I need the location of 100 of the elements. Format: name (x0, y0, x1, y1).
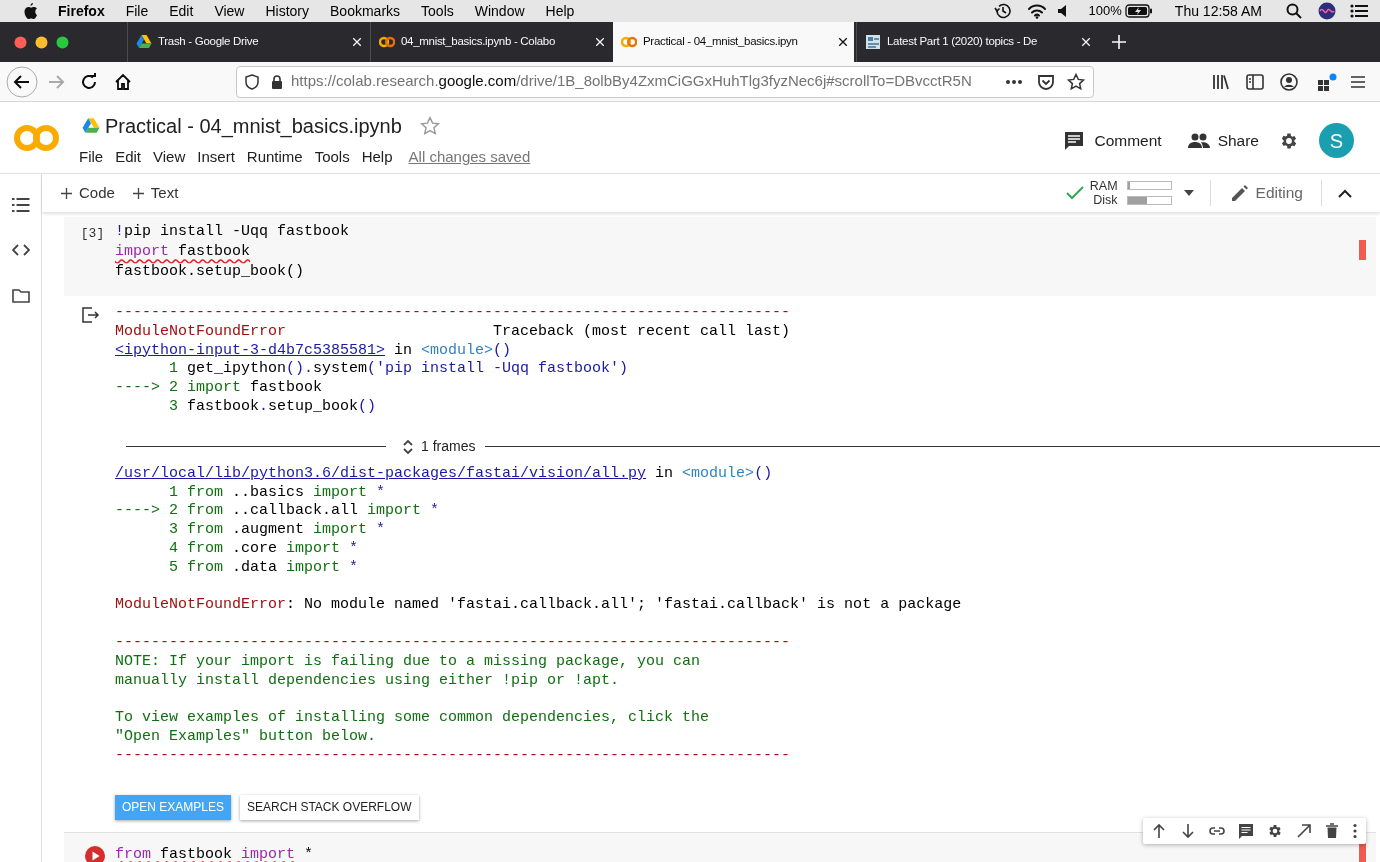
close-icon[interactable] (838, 37, 848, 47)
more-dots-icon[interactable] (1005, 78, 1023, 85)
menu-item[interactable]: Insert (197, 146, 235, 169)
menu-item[interactable]: Window (474, 0, 525, 22)
share-button[interactable]: Share (1187, 128, 1259, 154)
menu-item[interactable]: Bookmarks (330, 0, 401, 22)
menu-item[interactable]: View (153, 146, 186, 169)
tab-title: Trash - Google Drive (158, 34, 259, 50)
wifi-icon[interactable] (1026, 3, 1047, 19)
add-text-button[interactable]: Text (132, 179, 179, 207)
battery-icon[interactable] (1124, 4, 1153, 18)
extensions-icon[interactable] (1316, 71, 1338, 92)
output-line: --------------------------------------------------------------------------- (115, 304, 792, 323)
zoom-window-dot[interactable] (56, 35, 69, 49)
usage-meter (1126, 181, 1172, 190)
comment-icon[interactable] (1238, 822, 1254, 839)
output-line: 4 from .core import * (168, 539, 360, 559)
co-logo-icon (621, 34, 637, 50)
account-icon[interactable] (1280, 72, 1298, 91)
code-line: !pip install -Uqq fastbook (115, 222, 350, 242)
execution-count: [3] (80, 225, 105, 243)
browser-tab[interactable]: Practical - 04_mnist_basics.ipyn (613, 22, 854, 62)
output-line: 3 from .augment import * (168, 521, 387, 540)
drive-triangle-icon[interactable] (82, 118, 100, 134)
clock-text: Thu 12:58 AM (1174, 1, 1262, 21)
menu-item[interactable]: Tools (314, 146, 350, 169)
menu-item[interactable]: Help (545, 0, 575, 22)
library-icon[interactable] (1212, 73, 1230, 90)
close-window-dot[interactable] (14, 35, 27, 49)
star-icon[interactable] (419, 116, 440, 136)
menu-item[interactable]: Runtime (246, 146, 303, 169)
list-icon[interactable] (1350, 4, 1368, 18)
output-line: <ipython-input-3-d4b7c5385581> in <module>() (115, 341, 513, 361)
pocket-icon[interactable] (1037, 72, 1055, 91)
save-status-link[interactable]: All changes saved (408, 146, 531, 169)
menu-item[interactable]: Help (361, 146, 393, 169)
app-name[interactable]: Firefox (58, 0, 105, 22)
comment-button[interactable]: Comment (1064, 128, 1162, 154)
address-bar[interactable]: https://colab.research.google.com/drive/1B_8olbBy4ZxmCiGGxHuhTlg3fyzNec6j#scrollTo=DBvcctR5N (236, 65, 1094, 98)
menu-item[interactable]: History (265, 0, 310, 22)
arrow-down-icon[interactable] (1180, 822, 1196, 839)
menu-item[interactable]: Tools (421, 0, 454, 22)
comment-icon (1064, 131, 1085, 151)
star-icon[interactable] (1067, 72, 1085, 91)
menu-item[interactable]: Edit (169, 0, 194, 22)
minimize-window-dot[interactable] (35, 35, 48, 49)
run-button-icon[interactable] (83, 844, 106, 862)
apple-icon[interactable] (22, 2, 38, 20)
output-line: ----> 2 import fastbook (115, 379, 324, 398)
file-link[interactable]: <ipython-input-3-d4b7c5385581> (115, 341, 386, 359)
table-of-contents-icon[interactable] (11, 198, 30, 212)
url-text: https://colab.research.google.com/drive/1B_8olbBy4ZxmCiGGxHuhTlg3fyzNec6j#scrollTo=DBvcctR5N (291, 71, 973, 92)
home-icon[interactable] (114, 72, 132, 91)
output-line: 3 fastbook.setup_book() (168, 398, 378, 417)
file-link[interactable]: /usr/local/lib/python3.6/dist-packages/fastai/vision/all.py (115, 464, 647, 482)
sidebar-icon[interactable] (1246, 73, 1264, 90)
new-tab-plus-icon[interactable] (1111, 34, 1127, 50)
clock-history-icon[interactable] (992, 2, 1013, 20)
output-line: --------------------------------------------------------------------------- (115, 746, 792, 766)
search-stack-overflow-button[interactable]: SEARCH STACK OVERFLOW (240, 794, 419, 820)
diagonal-arrow-icon[interactable] (1296, 822, 1312, 839)
reload-icon[interactable] (80, 72, 98, 91)
menu-item[interactable]: View (214, 0, 245, 22)
co-logo-icon (379, 34, 395, 50)
drive-triangle-icon (136, 34, 152, 50)
menu-item[interactable]: File (79, 146, 104, 169)
lock-icon (271, 74, 283, 89)
expand-chevrons-icon (402, 437, 414, 456)
settings-icon[interactable] (1267, 822, 1283, 839)
search-icon[interactable] (1286, 3, 1302, 19)
output-line: manually install dependencies using either !pip or !apt. (115, 671, 621, 691)
more-vertical-icon[interactable] (1352, 822, 1358, 839)
output-arrow-icon[interactable] (81, 307, 100, 323)
frames-toggle[interactable]: 1 frames (402, 437, 476, 457)
menu-icon[interactable] (1350, 74, 1366, 89)
thumbnail-icon (865, 34, 881, 50)
siri-icon[interactable] (1318, 2, 1336, 20)
code-cell[interactable]: from fastbook import * (64, 831, 1376, 862)
settings-icon[interactable] (1279, 131, 1299, 151)
resources-button[interactable]: RAM Disk (1065, 175, 1172, 211)
output-line: ModuleNotFoundError Traceback (most recent call last) (115, 322, 792, 342)
caret-down-icon[interactable] (1183, 190, 1194, 196)
menu-item[interactable]: File (125, 0, 149, 22)
plus-icon (61, 187, 72, 199)
people-icon (1187, 133, 1210, 149)
chevron-up-icon[interactable] (1338, 188, 1352, 198)
plus-icon (132, 187, 144, 199)
menu-item[interactable]: Edit (115, 146, 142, 169)
arrow-up-icon[interactable] (1151, 822, 1167, 839)
usage-meter (1126, 196, 1172, 205)
speaker-icon[interactable] (1056, 4, 1069, 18)
code-cell[interactable]: [3] !pip install -Uqq fastbook import fastbook fastbook.setup_book() (64, 217, 1376, 296)
code-brackets-icon[interactable] (11, 243, 30, 257)
notebook-title[interactable]: Practical - 04_mnist_basics.ipynb (105, 111, 402, 141)
add-code-button[interactable]: Code (61, 179, 115, 207)
trash-icon[interactable] (1325, 822, 1339, 839)
battery-percent: 100% (1088, 2, 1122, 21)
output-line: "Open Examples" button below. (115, 727, 378, 747)
editing-mode-button[interactable]: Editing (1230, 181, 1303, 205)
folder-icon[interactable] (11, 288, 30, 303)
